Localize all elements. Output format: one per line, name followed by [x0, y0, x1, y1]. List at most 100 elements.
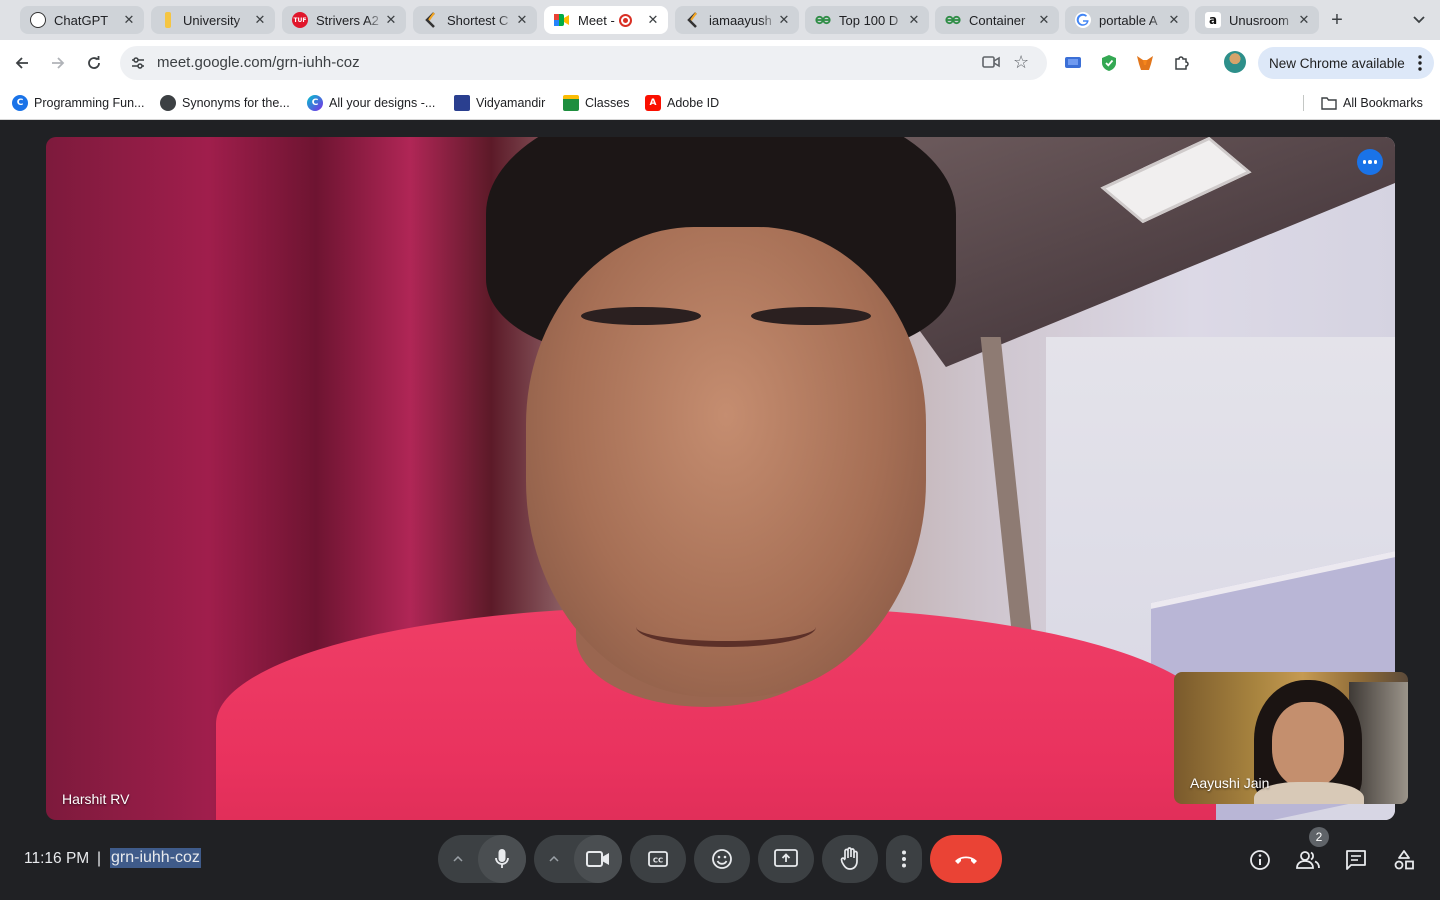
tab-container[interactable]: Container ✕ — [935, 6, 1059, 34]
chat-icon — [1346, 850, 1366, 870]
chat-button[interactable] — [1343, 847, 1369, 873]
tab-title: University — [183, 12, 241, 28]
video-camera-icon — [586, 851, 609, 867]
bookmark-canva[interactable]: C All your designs -... — [307, 94, 435, 112]
more-options-button[interactable] — [886, 835, 922, 883]
leave-call-button[interactable] — [930, 835, 1002, 883]
new-chrome-available-button[interactable]: New Chrome available — [1258, 47, 1434, 79]
close-tab-icon[interactable]: ✕ — [122, 13, 136, 28]
bookmark-classes[interactable]: Classes — [563, 94, 629, 112]
close-tab-icon[interactable]: ✕ — [1167, 13, 1181, 28]
browser-toolbar: meet.google.com/grn-iuhh-coz ☆ New Chrom… — [0, 40, 1440, 86]
bookmark-star-icon[interactable]: ☆ — [1013, 52, 1029, 73]
close-tab-icon[interactable]: ✕ — [515, 13, 529, 28]
present-screen-icon — [774, 849, 798, 867]
close-tab-icon[interactable]: ✕ — [384, 13, 398, 28]
raise-hand-icon — [840, 847, 858, 870]
bookmark-label: All your designs -... — [329, 96, 436, 110]
tile-more-options-button[interactable] — [1357, 149, 1383, 175]
audio-options-chevron-icon[interactable] — [438, 835, 478, 883]
tab-university[interactable]: University ✕ — [151, 6, 275, 34]
close-tab-icon[interactable]: ✕ — [646, 13, 660, 28]
new-tab-button[interactable]: + — [1322, 6, 1352, 34]
tab-top100[interactable]: Top 100 D ✕ — [805, 6, 929, 34]
tab-search-chevron-icon[interactable] — [1408, 10, 1430, 30]
metamask-fox-icon[interactable] — [1135, 53, 1155, 73]
reload-icon[interactable] — [82, 51, 106, 75]
raise-hand-button[interactable] — [822, 835, 878, 883]
bookmark-programming[interactable]: C Programming Fun... — [12, 94, 144, 112]
canva-icon: C — [307, 95, 323, 111]
folder-icon — [1321, 95, 1337, 111]
people-button[interactable] — [1294, 847, 1322, 873]
tab-meet[interactable]: Meet - ✕ — [544, 6, 668, 34]
chrome-menu-kebab-icon[interactable] — [1418, 55, 1422, 74]
close-tab-icon[interactable]: ✕ — [1297, 13, 1311, 28]
microphone-button[interactable] — [478, 835, 526, 883]
university-icon — [165, 12, 171, 28]
tab-title: Shortest C — [447, 12, 509, 28]
extension-screen-icon[interactable] — [1063, 53, 1083, 73]
camera-in-use-icon[interactable] — [982, 54, 1000, 75]
tab-portable[interactable]: portable A ✕ — [1065, 6, 1189, 34]
closed-captions-icon: CC — [648, 851, 668, 867]
back-arrow-icon[interactable] — [10, 51, 34, 75]
meet-stage: Harshit RV Aayushi Jain 11:16 PM | grn-i… — [0, 121, 1440, 900]
extensions-puzzle-icon[interactable] — [1171, 53, 1191, 73]
camera-control-group — [534, 835, 622, 883]
meeting-code[interactable]: grn-iuhh-coz — [110, 848, 201, 868]
meeting-details-button[interactable] — [1247, 847, 1273, 873]
all-bookmarks-button[interactable]: All Bookmarks — [1321, 94, 1423, 112]
emoji-icon — [712, 849, 732, 869]
close-tab-icon[interactable]: ✕ — [777, 13, 791, 28]
forward-arrow-icon[interactable] — [46, 51, 70, 75]
adobe-icon: A — [645, 95, 661, 111]
tab-title: portable A — [1099, 12, 1158, 28]
bookmark-vidyamandir[interactable]: Vidyamandir — [454, 94, 545, 112]
close-tab-icon[interactable]: ✕ — [907, 13, 921, 28]
close-tab-icon[interactable]: ✕ — [253, 13, 267, 28]
self-view-body — [1254, 782, 1364, 804]
url-text[interactable]: meet.google.com/grn-iuhh-coz — [157, 54, 360, 71]
tab-unusroom[interactable]: a Unusroom ✕ — [1195, 6, 1319, 34]
site-settings-icon[interactable] — [130, 55, 146, 71]
codolio-icon — [423, 12, 439, 28]
more-vert-icon — [902, 850, 906, 868]
activities-shapes-icon — [1394, 850, 1414, 870]
gfg-icon — [815, 12, 831, 28]
chatgpt-icon — [30, 12, 46, 28]
update-label: New Chrome available — [1269, 55, 1405, 71]
bookmark-label: Synonyms for the... — [182, 96, 290, 110]
participant-figure — [446, 137, 1006, 797]
reactions-button[interactable] — [694, 835, 750, 883]
present-screen-button[interactable] — [758, 835, 814, 883]
amazon-icon: a — [1205, 12, 1221, 28]
bookmark-label: Programming Fun... — [34, 96, 145, 110]
tab-strivers[interactable]: TUF Strivers A2 ✕ — [282, 6, 406, 34]
activities-button[interactable] — [1391, 847, 1417, 873]
extension-shield-icon[interactable] — [1099, 53, 1119, 73]
video-options-chevron-icon[interactable] — [534, 835, 574, 883]
camera-button[interactable] — [574, 835, 622, 883]
tab-title: Unusroom — [1229, 12, 1289, 28]
close-tab-icon[interactable]: ✕ — [1037, 13, 1051, 28]
thesaurus-icon — [160, 95, 176, 111]
info-icon — [1250, 850, 1270, 870]
tab-shortest[interactable]: Shortest C ✕ — [413, 6, 537, 34]
captions-button[interactable]: CC — [630, 835, 686, 883]
programming-icon: C — [12, 95, 28, 111]
tab-iamaayush[interactable]: iamaayush ✕ — [675, 6, 799, 34]
vidyamandir-icon — [454, 95, 470, 111]
address-bar[interactable]: meet.google.com/grn-iuhh-coz ☆ — [120, 46, 1047, 80]
svg-text:CC: CC — [653, 857, 663, 865]
profile-avatar[interactable] — [1224, 51, 1246, 73]
main-participant-name: Harshit RV — [62, 791, 130, 807]
bookmark-synonyms[interactable]: Synonyms for the... — [160, 94, 290, 112]
microphone-icon — [495, 849, 509, 868]
tab-chatgpt[interactable]: ChatGPT ✕ — [20, 6, 144, 34]
google-icon — [1075, 12, 1091, 28]
self-view-tile[interactable]: Aayushi Jain — [1174, 672, 1408, 804]
gfg-icon — [945, 12, 961, 28]
tab-title: Meet - — [578, 12, 615, 28]
bookmark-adobe[interactable]: A Adobe ID — [645, 94, 719, 112]
